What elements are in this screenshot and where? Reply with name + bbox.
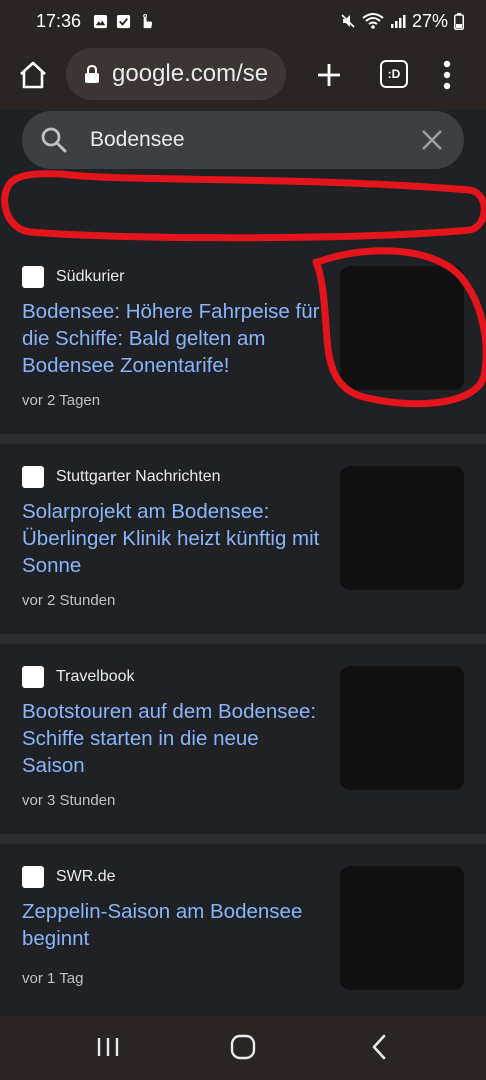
news-card[interactable]: Stuttgarter Nachrichten Solarprojekt am … (0, 444, 486, 634)
gallery-icon (93, 14, 108, 28)
news-card[interactable]: Südkurier Bodensee: Höhere Fahrpeise für… (0, 244, 486, 434)
annotation-rectangle (1, 170, 486, 242)
wifi-icon (362, 13, 384, 29)
hand-icon (143, 13, 153, 28)
source-row: SWR.de (22, 866, 116, 888)
back-icon[interactable] (370, 1034, 388, 1060)
status-left: 17:36 (36, 11, 154, 32)
source-row: Travelbook (22, 666, 135, 688)
browser-toolbar: google.com/se :D (0, 42, 486, 110)
source-name: Stuttgarter Nachrichten (56, 468, 221, 485)
source-name: Südkurier (56, 268, 125, 285)
article-time: vor 2 Stunden (22, 592, 116, 609)
source-favicon-icon (22, 266, 44, 288)
source-row: Südkurier (22, 266, 124, 288)
tab-switcher-label: :D (387, 67, 401, 81)
tab-switcher-button[interactable]: :D (380, 60, 408, 88)
battery-icon (454, 12, 464, 30)
card-divider (0, 434, 486, 444)
article-thumbnail[interactable] (340, 266, 464, 390)
article-time: vor 3 Stunden (22, 792, 116, 809)
card-divider (0, 634, 486, 644)
article-thumbnail[interactable] (340, 866, 464, 990)
article-time: vor 2 Tagen (22, 392, 101, 409)
home-nav-icon[interactable] (230, 1034, 256, 1060)
search-icon[interactable] (40, 126, 68, 154)
news-card[interactable]: Travelbook Bootstouren auf dem Bodensee:… (0, 644, 486, 834)
news-card[interactable]: SWR.de Zeppelin-Saison am Bodensee begin… (0, 844, 486, 1014)
source-name: SWR.de (56, 868, 116, 885)
source-name: Travelbook (56, 668, 135, 685)
article-title[interactable]: Bootstouren auf dem Bodensee: Schiffe st… (22, 698, 322, 779)
home-icon[interactable] (18, 60, 48, 90)
source-favicon-icon (22, 466, 44, 488)
source-favicon-icon (22, 666, 44, 688)
signal-icon (390, 15, 406, 28)
article-thumbnail[interactable] (340, 466, 464, 590)
status-time: 17:36 (36, 10, 82, 31)
mute-icon (341, 14, 355, 28)
article-time: vor 1 Tag (22, 970, 84, 987)
url-text: google.com/se (112, 60, 269, 87)
checkbox-icon (116, 14, 131, 28)
source-row: Stuttgarter Nachrichten (22, 466, 221, 488)
search-box[interactable] (22, 111, 464, 169)
new-tab-icon[interactable] (314, 60, 344, 90)
article-title[interactable]: Zeppelin-Saison am Bodensee beginnt (22, 898, 322, 952)
article-thumbnail[interactable] (340, 666, 464, 790)
status-bar: 17:36 27% (0, 0, 486, 42)
battery-percent: 27% (411, 10, 448, 31)
url-bar[interactable]: google.com/se (66, 48, 286, 100)
article-title[interactable]: Bodensee: Höhere Fahrpeise für die Schif… (22, 298, 322, 379)
close-icon[interactable] (420, 128, 444, 152)
system-nav-bar (0, 1016, 486, 1080)
recents-icon[interactable] (96, 1036, 120, 1058)
card-divider (0, 834, 486, 844)
more-menu-icon[interactable] (440, 58, 454, 92)
article-title[interactable]: Solarprojekt am Bodensee: Überlinger Kli… (22, 498, 322, 579)
source-favicon-icon (22, 866, 44, 888)
search-input[interactable] (90, 128, 390, 152)
status-right: 27% (340, 11, 464, 32)
lock-icon (85, 64, 99, 83)
